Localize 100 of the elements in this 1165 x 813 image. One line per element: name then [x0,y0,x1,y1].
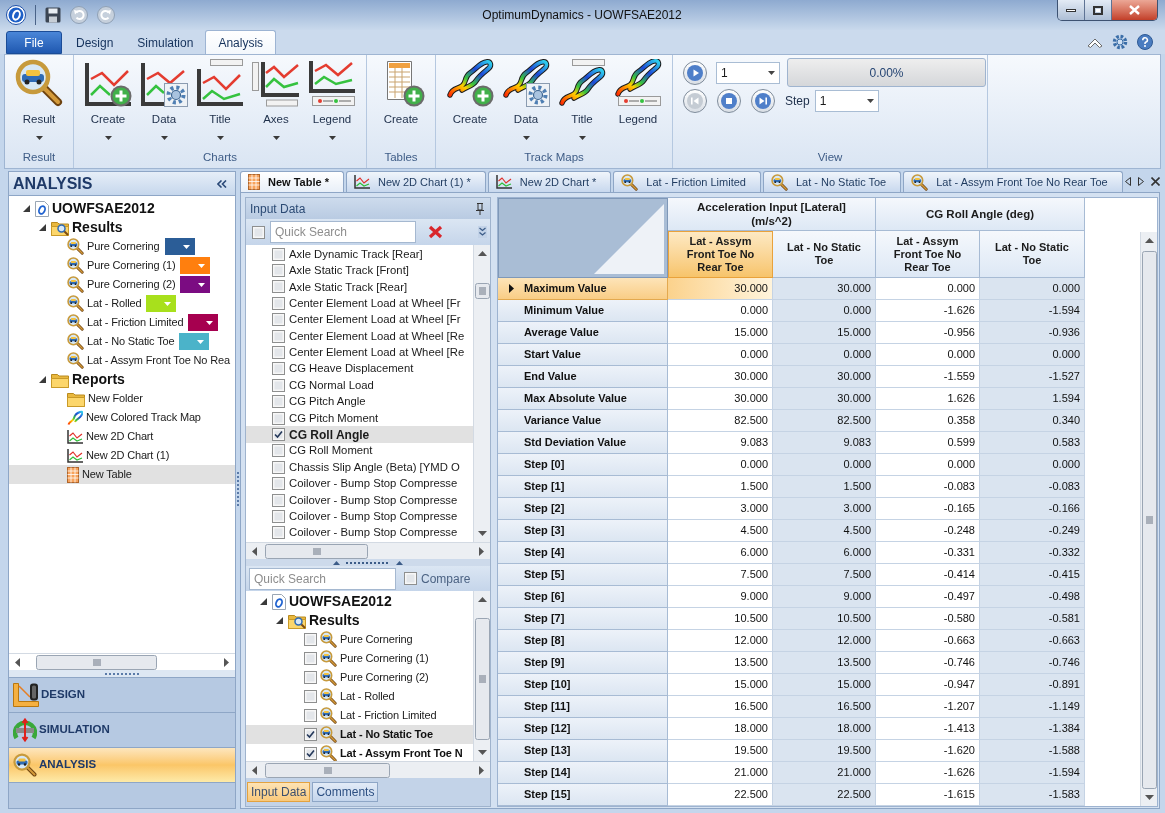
ribbon-button[interactable]: Create [373,55,429,149]
expand-arrow-icon[interactable] [38,224,46,231]
panel-tab[interactable]: Input Data [247,782,311,802]
column-header[interactable]: Lat - No Static Toe [773,231,876,278]
row-header[interactable]: Step [9] [498,652,668,674]
checkbox[interactable] [304,671,317,684]
checkbox[interactable] [272,313,285,327]
checkbox[interactable] [252,225,265,239]
row-header[interactable]: Step [14] [498,762,668,784]
tree-item[interactable]: Pure Cornering (2) [246,668,473,687]
list-item[interactable]: Center Element Load at Wheel [Fr [246,311,473,328]
tree-item[interactable]: UOWFSAE2012 [9,199,235,218]
ribbon-tab[interactable]: File [6,31,62,54]
vertical-scrollbar[interactable] [473,245,490,542]
clear-icon[interactable] [428,225,443,239]
row-header[interactable]: Step [6] [498,586,668,608]
checkbox[interactable] [304,747,317,760]
checkbox[interactable] [272,362,285,376]
splitter-handle[interactable] [237,472,239,508]
list-item[interactable]: CG Roll Moment [246,442,473,460]
tree-item[interactable]: Lat - Friction Limited [246,706,473,725]
tree-item[interactable]: UOWFSAE2012 [246,592,473,611]
list-item[interactable]: Axle Static Track [Front] [246,262,473,279]
color-swatch[interactable] [180,276,211,293]
checkbox[interactable] [272,477,285,491]
ribbon-tab[interactable]: Analysis [205,30,277,54]
checkbox[interactable] [272,329,285,343]
row-header[interactable]: Step [7] [498,608,668,630]
scroll-up-icon[interactable] [477,251,487,256]
list-item[interactable]: CG Normal Load [246,377,473,394]
document-tab[interactable]: Lat - Assym Front Toe No Rear Toe [903,171,1123,192]
checkbox[interactable] [304,690,317,703]
chevrons-down-icon[interactable] [478,226,487,238]
color-swatch[interactable] [164,238,195,255]
expand-arrow-icon[interactable] [275,617,283,624]
tree-item[interactable]: Reports [9,370,235,389]
ribbon-button[interactable]: Data [498,55,554,149]
minimize-button[interactable] [1058,0,1085,20]
row-header[interactable]: Std Deviation Value [498,432,668,454]
row-header[interactable]: Average Value [498,322,668,344]
checkbox[interactable] [304,652,317,665]
row-header[interactable]: Variance Value [498,410,668,432]
row-header[interactable]: Step [13] [498,740,668,762]
scroll-left-icon[interactable] [252,765,257,775]
list-item[interactable]: Center Element Load at Wheel [Re [246,344,473,361]
list-item[interactable]: CG Pitch Moment [246,409,473,427]
checkbox[interactable] [272,280,285,294]
search-field[interactable]: Quick Search [249,567,396,590]
play-button[interactable] [683,60,707,85]
list-item[interactable]: Center Element Load at Wheel [Fr [246,295,473,312]
app-logo-icon[interactable] [6,5,26,25]
checkbox[interactable] [304,633,317,646]
list-item[interactable]: Coilover - Bump Stop Compresse [246,475,473,492]
tree-item[interactable]: Lat - No Static Toe [9,332,235,351]
column-header[interactable]: Lat - No Static Toe [980,231,1085,278]
panel-tab[interactable]: Comments [312,782,379,802]
checkbox[interactable] [272,247,285,261]
tree-item[interactable]: Lat - Assym Front Toe No Rea [9,351,235,370]
checkbox[interactable] [272,509,285,523]
scroll-down-icon[interactable] [477,531,487,536]
checkbox[interactable] [304,709,317,722]
scrollbar-thumb[interactable] [474,283,490,299]
row-header[interactable]: End Value [498,366,668,388]
tree-item[interactable]: Results [246,611,473,630]
ribbon-button[interactable]: Legend [304,55,360,149]
checkbox[interactable] [272,264,285,278]
maximize-icon[interactable] [1093,5,1103,15]
row-header[interactable]: Step [8] [498,630,668,652]
scroll-right-icon[interactable] [479,765,484,775]
save-icon[interactable] [45,7,61,23]
row-header[interactable]: Step [4] [498,542,668,564]
checkbox[interactable] [272,296,285,310]
ribbon-button[interactable]: Create [442,55,498,149]
tree-item[interactable]: Lat - Friction Limited [9,313,235,332]
tree-item[interactable]: New 2D Chart (1) [9,446,235,465]
ribbon-button[interactable]: Data [136,55,192,149]
scroll-right-icon[interactable] [479,546,484,556]
list-item[interactable]: Axle Static Track [Rear] [246,278,473,296]
count-dropdown[interactable]: 1 [716,61,780,84]
list-item[interactable]: Center Element Load at Wheel [Re [246,327,473,345]
column-header[interactable]: Lat - Assym Front Toe No Rear Toe [668,231,773,278]
scrollbar-thumb[interactable] [474,618,490,740]
scroll-left-icon[interactable] [1124,177,1131,186]
tree-item[interactable]: New 2D Chart [9,427,235,446]
checkbox[interactable] [272,395,285,409]
ribbon-button[interactable]: Result [11,55,67,149]
checkbox[interactable] [272,444,285,458]
close-button[interactable] [1112,0,1157,20]
checkbox[interactable] [272,428,285,441]
scrollbar-thumb[interactable] [265,762,390,778]
row-header[interactable]: Step [12] [498,718,668,740]
list-item[interactable]: CG Roll Angle [246,426,473,443]
row-header[interactable]: Step [2] [498,498,668,520]
stop-button[interactable] [717,89,741,113]
chevron-up-icon[interactable] [1087,36,1103,48]
tree-item[interactable]: New Table [9,465,235,484]
tree-item[interactable]: Results [9,218,235,237]
checkbox[interactable] [272,378,285,392]
close-icon[interactable] [1150,177,1160,186]
checkbox[interactable] [272,460,285,474]
